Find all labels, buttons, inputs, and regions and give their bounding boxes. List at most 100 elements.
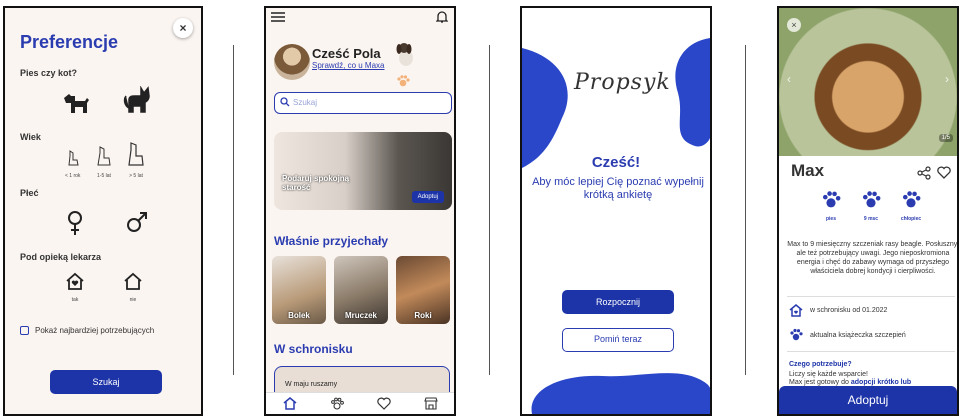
prev-photo-icon[interactable]: ‹ <box>787 72 791 86</box>
animal-card[interactable]: Roki <box>396 256 450 324</box>
needy-checkbox-row[interactable]: Pokaż najbardziej potrzebujących <box>20 326 154 335</box>
cat-icon <box>123 85 150 113</box>
heart-icon[interactable] <box>937 166 951 179</box>
paw-icon <box>863 191 881 208</box>
welcome-screen: Propsyk Cześć! Aby móc lepiej Cię poznać… <box>520 6 712 416</box>
needs-line-1: Liczy się każde wsparcie! <box>789 371 868 378</box>
age-label: > 5 lat <box>129 173 143 179</box>
animal-name: Bolek <box>288 311 310 320</box>
close-button[interactable]: × <box>787 18 801 32</box>
divider <box>787 296 955 297</box>
checkbox[interactable] <box>20 326 29 335</box>
question-age: Wiek <box>20 132 41 142</box>
paw-icon[interactable] <box>330 397 344 411</box>
pet-photo[interactable] <box>779 8 957 156</box>
shelter-since: w schronisku od 01.2022 <box>810 307 888 314</box>
banner-text: Podaruj spokojną starość <box>282 174 350 192</box>
search-input[interactable]: Szukaj <box>274 92 452 114</box>
info-row-shelter: w schronisku od 01.2022 <box>789 304 887 317</box>
paw-icon <box>790 328 803 341</box>
page-title: Preferencje <box>20 32 119 52</box>
dog-option[interactable] <box>61 88 91 119</box>
section-title-shelter: W schronisku <box>274 342 353 356</box>
needs-line-2-start: Max jest gotowy do <box>789 379 849 386</box>
check-on-max-link[interactable]: Sprawdź, co u Maxa <box>312 61 384 70</box>
house-icon <box>124 272 142 290</box>
welcome-title: Cześć! <box>591 154 641 171</box>
divider <box>489 45 490 375</box>
photo-counter: 1/5 <box>938 134 953 142</box>
age-option-3[interactable]: > 5 lat <box>125 142 147 179</box>
male-icon <box>127 212 147 232</box>
shelter-text: W maju ruszamy <box>285 381 338 388</box>
skip-button[interactable]: Pomiń teraz <box>562 328 674 352</box>
pet-actions <box>917 166 951 180</box>
dog-sitting-large-icon <box>128 142 144 166</box>
hamburger-menu-icon[interactable] <box>271 12 285 22</box>
greeting: Cześć Pola <box>312 46 381 61</box>
search-button[interactable]: Szukaj <box>50 370 162 394</box>
animal-card[interactable]: Bolek <box>272 256 326 324</box>
info-row-vaccination: aktualna książeczka szczepień <box>789 328 906 342</box>
home-screen: Cześć Pola Sprawdź, co u Maxa Szukaj Pod… <box>264 6 456 416</box>
house-heart-icon <box>789 304 803 317</box>
paw-icon <box>903 191 921 208</box>
blob-decoration-left <box>522 48 568 168</box>
bottom-tab-bar <box>266 392 454 414</box>
shop-icon[interactable] <box>423 397 438 410</box>
home-icon[interactable] <box>283 397 297 410</box>
female-option[interactable] <box>65 210 85 241</box>
age-label: 1-5 lat <box>97 173 111 179</box>
age-option-2[interactable]: 1-5 lat <box>95 146 113 179</box>
section-title-new: Właśnie przyjechały <box>274 234 389 248</box>
trait-label: 9 msc <box>863 216 879 222</box>
dog-illustration-icon <box>396 43 413 66</box>
dog-icon <box>64 94 89 113</box>
heart-icon[interactable] <box>376 397 391 410</box>
trait-label: chłopiec <box>900 216 922 222</box>
trait-species: pies <box>819 190 843 222</box>
trait-label: pies <box>825 216 836 222</box>
age-option-1[interactable]: < 1 rok <box>65 150 80 179</box>
app-logo: Propsyk <box>574 70 671 95</box>
needs-text: Liczy się każde wsparcie! Max jest gotow… <box>789 371 957 387</box>
adoption-banner[interactable]: Podaruj spokojną starość Adoptuj <box>274 132 452 210</box>
next-photo-icon[interactable]: › <box>945 72 949 86</box>
dog-sitting-medium-icon <box>97 146 111 166</box>
trait-age: 9 msc <box>859 190 883 222</box>
paw-icon <box>823 191 841 208</box>
animal-card[interactable]: Mruczek <box>334 256 388 324</box>
vet-yes-option[interactable]: tak <box>65 272 85 303</box>
paw-decoration-icon <box>397 75 410 87</box>
vet-no-label: nie <box>129 297 137 303</box>
banner-adopt-button[interactable]: Adoptuj <box>411 191 444 203</box>
pet-name: Max <box>791 161 825 180</box>
house-heart-icon <box>66 272 84 290</box>
vet-no-option[interactable]: nie <box>123 272 143 303</box>
vaccination-info: aktualna książeczka szczepień <box>810 331 906 339</box>
age-label: < 1 rok <box>65 173 81 179</box>
top-bar <box>266 8 454 26</box>
start-button[interactable]: Rozpocznij <box>562 290 674 314</box>
trait-sex: chłopiec <box>899 190 923 222</box>
close-button[interactable]: × <box>173 18 193 38</box>
adopt-button[interactable]: Adoptuj <box>779 386 957 414</box>
checkbox-label: Pokaż najbardziej potrzebujących <box>35 326 155 335</box>
search-icon <box>280 97 290 107</box>
question-vet: Pod opieką lekarza <box>20 252 102 262</box>
vet-yes-label: tak <box>71 297 79 303</box>
bell-icon[interactable] <box>436 10 448 24</box>
male-option[interactable] <box>125 210 149 239</box>
blob-decoration-bottom <box>531 373 710 414</box>
divider <box>745 45 746 375</box>
divider <box>787 351 955 352</box>
cat-option[interactable] <box>121 85 153 119</box>
share-icon[interactable] <box>917 166 931 180</box>
animal-name: Mruczek <box>344 311 377 320</box>
needs-title: Czego potrzebuje? <box>789 361 852 368</box>
welcome-message: Aby móc lepiej Cię poznać wypełnij krótk… <box>532 176 704 201</box>
avatar[interactable] <box>274 44 310 80</box>
question-pet: Pies czy kot? <box>20 68 78 78</box>
divider <box>233 45 234 375</box>
needs-line-2-bold: adopcji krótko lub <box>850 379 912 386</box>
